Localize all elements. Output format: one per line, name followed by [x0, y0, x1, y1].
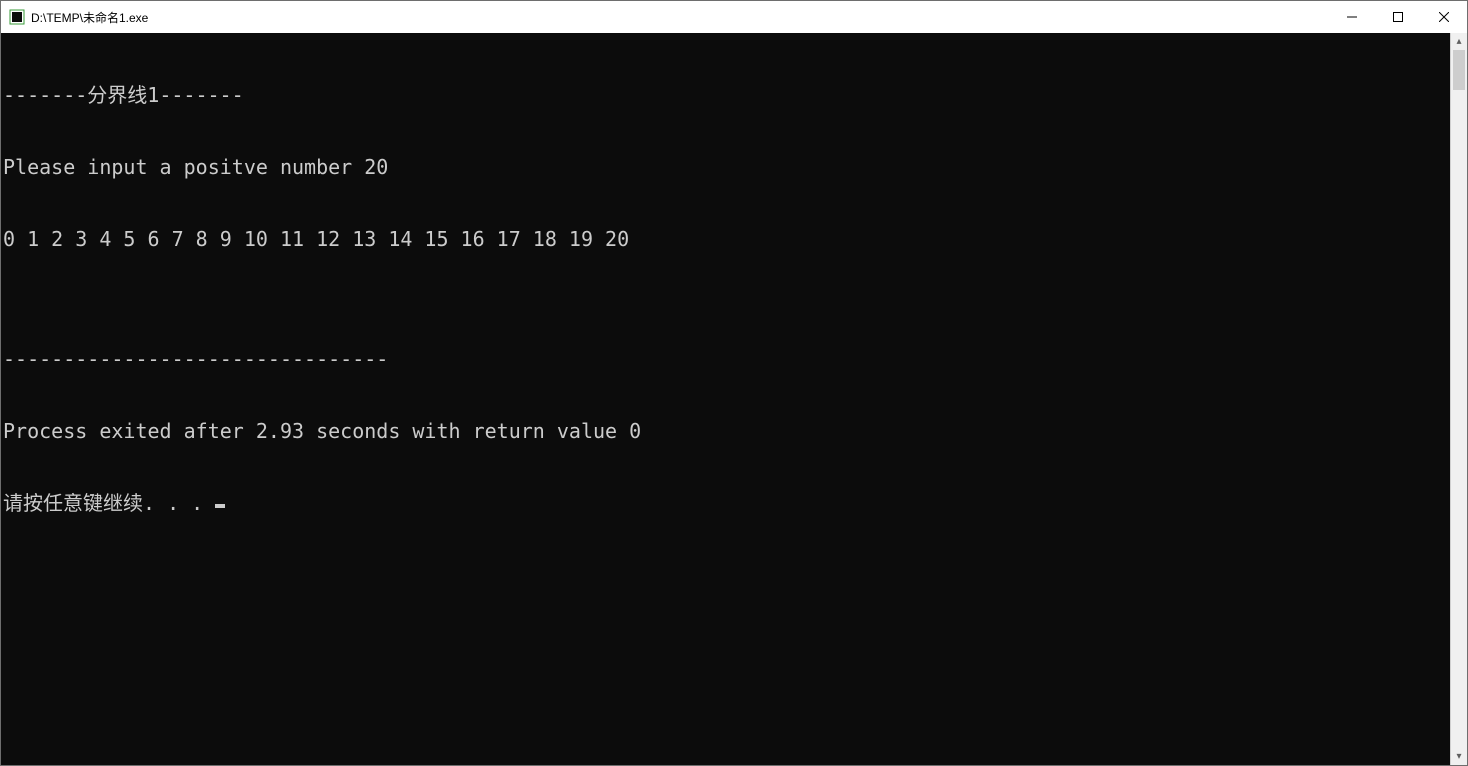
console-line: 0 1 2 3 4 5 6 7 8 9 10 11 12 13 14 15 16… — [3, 227, 1450, 251]
close-button[interactable] — [1421, 1, 1467, 33]
console-line: Process exited after 2.93 seconds with r… — [3, 419, 1450, 443]
scroll-thumb[interactable] — [1453, 50, 1465, 90]
cursor — [215, 504, 225, 508]
scroll-up-button[interactable]: ▴ — [1451, 33, 1467, 50]
titlebar[interactable]: D:\TEMP\未命名1.exe — [1, 1, 1467, 33]
chevron-up-icon: ▴ — [1456, 36, 1461, 47]
app-icon — [9, 9, 25, 25]
vertical-scrollbar[interactable]: ▴ ▾ — [1450, 33, 1467, 765]
window: D:\TEMP\未命名1.exe -------分界线1------- Plea… — [0, 0, 1468, 766]
console-line: 请按任意键继续. . . — [3, 491, 1450, 515]
minimize-button[interactable] — [1329, 1, 1375, 33]
console-line: -------分界线1------- — [3, 83, 1450, 107]
console-output[interactable]: -------分界线1------- Please input a positv… — [1, 33, 1450, 765]
scroll-down-button[interactable]: ▾ — [1451, 748, 1467, 765]
chevron-down-icon: ▾ — [1456, 751, 1461, 762]
console-line: Please input a positve number 20 — [3, 155, 1450, 179]
window-controls — [1329, 1, 1467, 33]
client-area: -------分界线1------- Please input a positv… — [1, 33, 1467, 765]
console-text: 请按任意键继续. . . — [3, 491, 215, 515]
titlebar-left: D:\TEMP\未命名1.exe — [1, 9, 148, 26]
console-line: -------------------------------- — [3, 347, 1450, 371]
window-title: D:\TEMP\未命名1.exe — [31, 9, 148, 26]
scroll-track[interactable] — [1451, 50, 1467, 748]
maximize-button[interactable] — [1375, 1, 1421, 33]
